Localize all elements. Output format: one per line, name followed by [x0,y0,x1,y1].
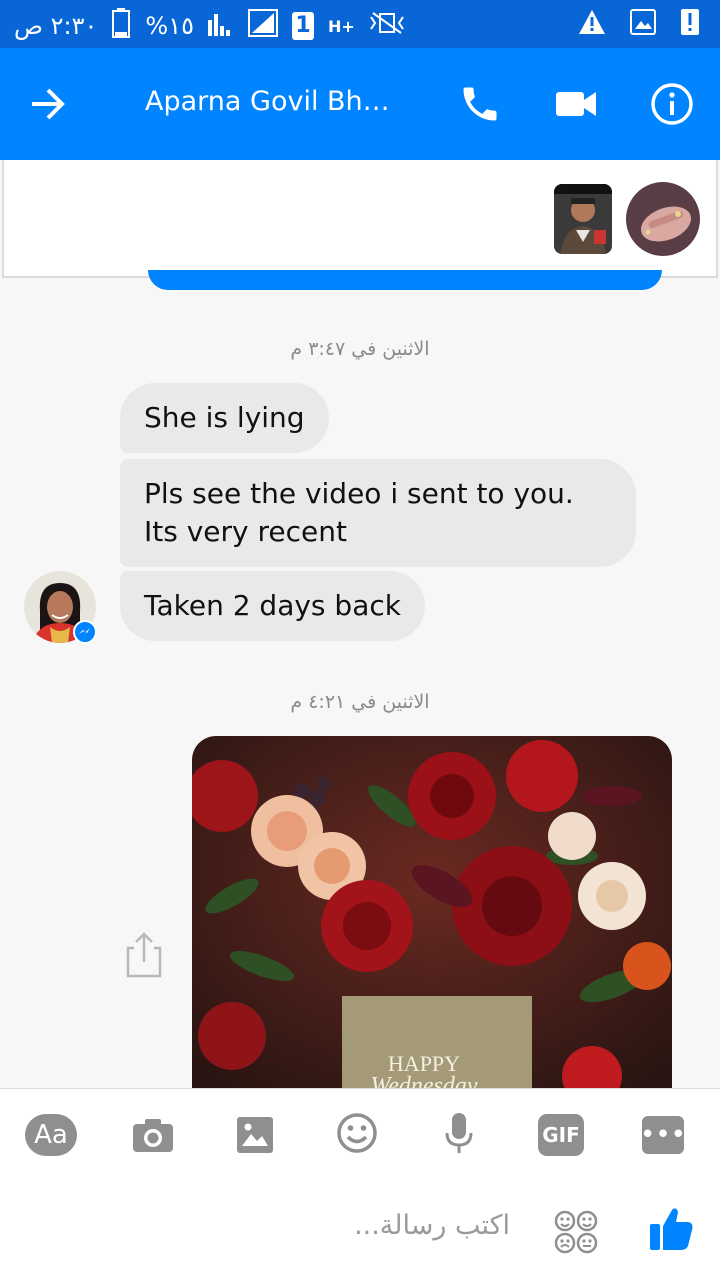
battery-percent: %١٥ [145,12,195,40]
gif-button[interactable]: GIF [538,1114,584,1156]
conversation-header: Aparna Govil Bhas... [0,48,720,160]
stickers-icon[interactable] [554,1210,598,1258]
top-participants-strip [2,160,718,278]
status-left: ٢:٣٠ ص %١٥ 1 H+ [14,8,405,44]
participant-avatar-hand[interactable] [626,182,700,256]
signal-strength-icon [248,9,279,43]
timestamp-2: الاثنين في ٤:٢١ م [290,691,430,713]
status-right [578,8,700,40]
video-call-icon[interactable] [554,86,598,122]
signal-icon [208,10,234,42]
previous-message-bubble-edge [148,270,662,290]
gallery-image-icon[interactable] [228,1114,282,1156]
participant-avatar-man[interactable] [554,184,612,254]
back-arrow-icon[interactable] [28,84,68,124]
text-format-button[interactable]: Aa [25,1114,77,1156]
contact-name[interactable]: Aparna Govil Bhas... [145,86,405,117]
info-icon[interactable] [650,82,694,126]
message-bubble[interactable]: Pls see the video i sent to you. Its ver… [120,459,636,567]
emoji-icon[interactable] [330,1112,384,1154]
message-bubble[interactable]: She is lying [120,383,329,453]
battery-icon [111,8,131,44]
phone-call-icon[interactable] [458,82,502,126]
message-bubble[interactable]: Taken 2 days back [120,571,425,641]
warning-icon [578,9,606,39]
share-icon[interactable] [124,930,164,978]
gallery-icon [630,9,656,39]
vibrate-icon [369,11,405,41]
status-bar: ٢:٣٠ ص %١٥ 1 H+ [0,0,720,48]
camera-icon[interactable] [126,1114,180,1156]
sim-badge: 1 [292,12,315,40]
like-thumb-icon[interactable] [648,1204,694,1256]
timestamp-1: الاثنين في ٣:٤٧ م [290,338,430,360]
status-time: ٢:٣٠ ص [14,12,98,40]
alert-icon [680,8,700,40]
more-options-button[interactable]: ••• [640,1116,686,1154]
messenger-badge-icon [73,620,97,644]
message-input[interactable]: اكتب رسالة... [340,1210,510,1241]
shared-flower-image[interactable]: HAPPY Wednesday [192,736,672,1096]
network-type: H+ [328,16,355,36]
microphone-icon[interactable] [432,1112,486,1154]
